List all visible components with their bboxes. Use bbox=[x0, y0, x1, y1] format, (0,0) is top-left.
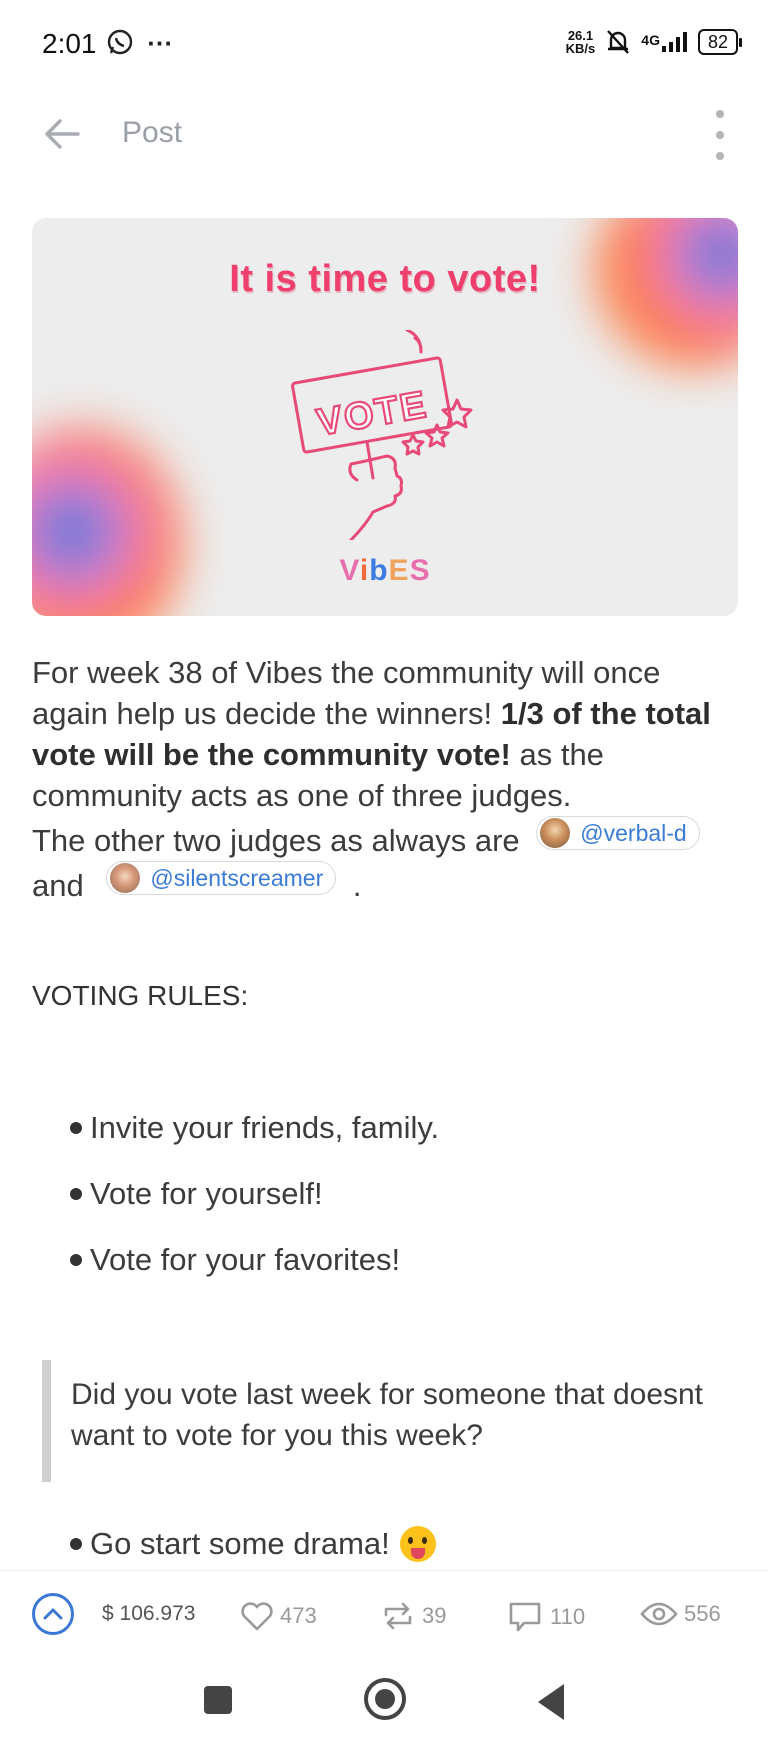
eye-icon bbox=[640, 1602, 678, 1626]
bell-muted-icon bbox=[607, 30, 630, 54]
view-count: 556 bbox=[684, 1601, 721, 1626]
chevron-up-icon bbox=[43, 1608, 63, 1620]
network-speed: 26.1 KB/s bbox=[566, 29, 596, 55]
list-item: Go start some drama! bbox=[70, 1526, 436, 1562]
tongue-emoji-icon bbox=[399, 1526, 436, 1562]
logo-letter: b bbox=[369, 554, 389, 587]
mention-silentscreamer[interactable]: @silentscreamer bbox=[106, 861, 337, 895]
post-text: . bbox=[352, 868, 362, 903]
logo-letter: i bbox=[359, 554, 370, 587]
avatar bbox=[540, 818, 571, 848]
menu-dot bbox=[716, 110, 724, 118]
bullet-dot bbox=[70, 1254, 82, 1266]
post-banner-image: It is time to vote! VOTE VibES bbox=[32, 218, 738, 616]
heart-icon bbox=[241, 1602, 273, 1631]
speed-unit: KB/s bbox=[565, 41, 596, 56]
list-item-text: Go start some drama! bbox=[90, 1526, 390, 1561]
menu-dot bbox=[716, 131, 724, 139]
like-count: 473 bbox=[280, 1603, 317, 1628]
reblog-icon bbox=[384, 1602, 412, 1630]
post-text: and bbox=[32, 868, 84, 903]
post-paragraph: The other two judges as always are @verb… bbox=[32, 816, 742, 906]
list-item-text: Invite your friends, family. bbox=[90, 1110, 440, 1145]
comment-count: 110 bbox=[550, 1604, 586, 1629]
signal-group: 4G bbox=[641, 32, 688, 52]
whatsapp-icon bbox=[107, 29, 133, 55]
logo-letter: E bbox=[388, 554, 410, 587]
menu-dot bbox=[716, 152, 724, 160]
signal-icon bbox=[661, 32, 687, 52]
recents-button[interactable] bbox=[204, 1686, 232, 1714]
logo-letter: V bbox=[339, 554, 360, 587]
upvote-button[interactable] bbox=[32, 1593, 74, 1635]
bullet-dot bbox=[70, 1122, 82, 1134]
logo-letter: S bbox=[409, 554, 431, 587]
vote-sign-icon: VOTE bbox=[291, 330, 473, 540]
bullet-dot bbox=[70, 1538, 82, 1550]
list-item-text: Vote for your favorites! bbox=[90, 1242, 401, 1277]
list-item-text: Vote for yourself! bbox=[90, 1176, 323, 1211]
list-item: Vote for your favorites! bbox=[70, 1242, 439, 1308]
rules-heading: VOTING RULES: bbox=[32, 980, 249, 1011]
blockquote: Did you vote last week for someone that … bbox=[42, 1360, 751, 1482]
views-indicator: 556 bbox=[640, 1601, 721, 1627]
reblog-count: 39 bbox=[422, 1603, 447, 1628]
more-vertical-icon[interactable] bbox=[708, 110, 732, 160]
post-body: For week 38 of Vibes the community will … bbox=[32, 652, 742, 906]
banner-headline: It is time to vote! bbox=[229, 258, 541, 300]
vibes-logo: VibES bbox=[32, 554, 738, 588]
app-bar: Post bbox=[0, 92, 768, 180]
system-back-button[interactable] bbox=[538, 1684, 564, 1720]
comment-button[interactable]: 110 bbox=[508, 1601, 585, 1633]
list-item: Invite your friends, family. bbox=[70, 1110, 439, 1176]
home-button[interactable] bbox=[364, 1678, 406, 1720]
status-time: 2:01 bbox=[42, 28, 97, 59]
system-nav-bar bbox=[0, 1662, 768, 1749]
avatar bbox=[110, 863, 141, 893]
comment-icon bbox=[509, 1602, 541, 1632]
more-dots-icon: ··· bbox=[147, 28, 174, 58]
battery-indicator: 82 bbox=[697, 29, 743, 55]
network-type: 4G bbox=[641, 32, 660, 48]
mention-label: @verbal-d bbox=[580, 820, 687, 846]
post-text: The other two judges as always are bbox=[32, 823, 520, 858]
list-item: Vote for yourself! bbox=[70, 1176, 439, 1242]
mention-label: @silentscreamer bbox=[150, 865, 324, 891]
mention-verbal-d[interactable]: @verbal-d bbox=[536, 816, 700, 850]
like-button[interactable]: 473 bbox=[240, 1601, 317, 1631]
status-bar: 2:01 ··· 26.1 KB/s 4G 82 bbox=[0, 0, 768, 92]
payout-value[interactable]: $ 106.973 bbox=[102, 1602, 195, 1626]
back-arrow-icon[interactable] bbox=[40, 112, 84, 156]
status-left-icons: ··· bbox=[106, 28, 173, 59]
rules-list: Invite your friends, family. Vote for yo… bbox=[70, 1110, 439, 1308]
page-title: Post bbox=[122, 116, 183, 149]
post-action-bar: $ 106.973 473 39 110 556 bbox=[0, 1570, 768, 1663]
status-right: 26.1 KB/s 4G 82 bbox=[566, 28, 743, 56]
bullet-dot bbox=[70, 1188, 82, 1200]
post-paragraph: For week 38 of Vibes the community will … bbox=[32, 652, 742, 816]
reblog-button[interactable]: 39 bbox=[382, 1601, 446, 1631]
